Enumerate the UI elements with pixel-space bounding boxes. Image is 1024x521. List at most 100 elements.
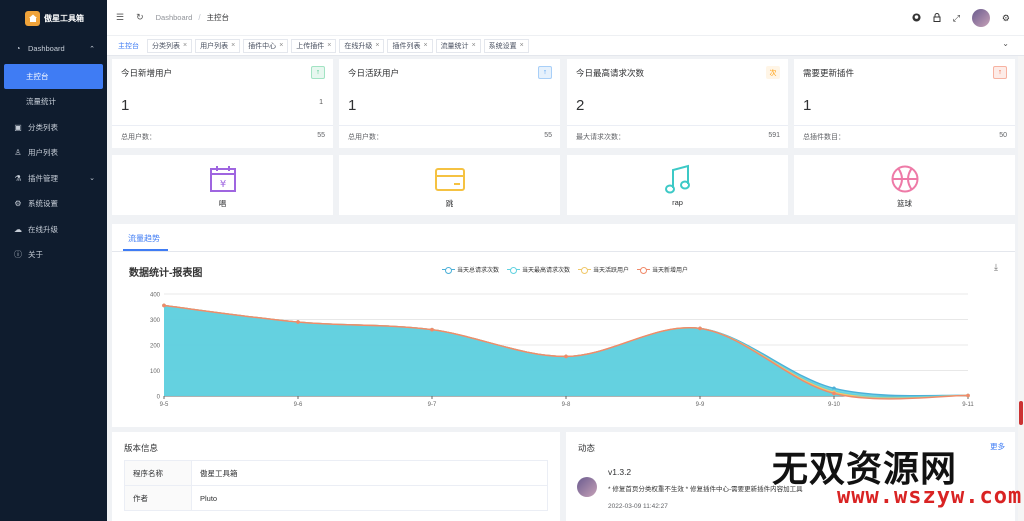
sidebar-item-2[interactable]: 流量统计 — [0, 89, 107, 115]
shortcut-card[interactable]: rap — [567, 155, 788, 215]
x-tick-label: 9-6 — [294, 402, 303, 408]
tab-label: 用户列表 — [200, 42, 229, 50]
stat-card: 需要更新插件 ↑ 1 总插件数目： 50 — [794, 59, 1015, 148]
home-icon — [25, 10, 40, 26]
shortcut-label: rap — [672, 198, 683, 207]
chevron-down-icon[interactable]: ⌄ — [1002, 39, 1009, 48]
shortcut-label: 篮球 — [897, 199, 912, 208]
tab-8[interactable]: 系统设置 × — [483, 38, 529, 53]
sidebar-item-4[interactable]: ♙ 用户列表 — [0, 140, 107, 166]
close-icon[interactable]: × — [472, 42, 476, 49]
breadcrumb-separator: / — [198, 13, 201, 22]
app-logo[interactable]: 傲星工具箱 — [0, 0, 107, 36]
version-value: Pluto — [200, 493, 218, 503]
dashboard-icon: ◔ — [15, 44, 21, 54]
close-icon[interactable]: × — [375, 42, 379, 49]
stat-title: 需要更新插件 — [803, 68, 855, 78]
close-icon[interactable]: × — [327, 42, 331, 49]
close-icon[interactable]: × — [183, 42, 187, 49]
shortcut-label: 唱 — [218, 199, 227, 208]
tab-label: 上传插件 — [296, 42, 325, 50]
version-card: 版本信息 程序名称 傲星工具箱 作者 Pluto — [112, 432, 560, 521]
close-icon[interactable]: × — [520, 42, 524, 49]
tab-3[interactable]: 插件中心 × — [243, 38, 289, 53]
tab-label: 系统设置 — [488, 42, 517, 50]
sidebar-menu: ◔ Dashboard ⌃ 主控台流量统计 ▣ 分类列表 ♙ 用户列表 ⚗ 插件管理 ⌄ ⚙ 系统设置 ☁… — [0, 36, 107, 268]
stat-footer-label: 最大请求次数： — [576, 134, 625, 141]
tab-4[interactable]: 上传插件 × — [291, 38, 337, 53]
scrollbar-thumb[interactable] — [1019, 401, 1023, 425]
stat-footer-value: 591 — [768, 132, 780, 139]
data-point — [162, 303, 166, 308]
sidebar-item-label: 在线升级 — [28, 224, 58, 234]
version-title: 版本信息 — [124, 443, 159, 453]
divider — [339, 125, 560, 126]
x-tick-label: 9-11 — [962, 402, 974, 408]
stat-title: 今日新增用户 — [121, 68, 173, 78]
table-row: 程序名称 傲星工具箱 — [124, 461, 548, 486]
shortcut-card[interactable]: 篮球 — [794, 155, 1015, 215]
y-tick-label: 400 — [150, 293, 161, 299]
version-key: 程序名称 — [125, 461, 192, 485]
tab-1[interactable]: 分类列表 × — [147, 38, 193, 53]
stat-title: 今日活跃用户 — [348, 68, 400, 78]
breadcrumb-dashboard[interactable]: Dashboard — [156, 13, 193, 22]
watermark-url: www.wszyw.com — [837, 484, 1023, 509]
sidebar-item-6[interactable]: ⚙ 系统设置 — [0, 191, 107, 217]
sidebar-item-5[interactable]: ⚗ 插件管理 ⌄ — [0, 166, 107, 192]
tab-bar: 主控台 分类列表 × 用户列表 × 插件中心 × 上传插件 × 在线升级 × 插件列表 × 流量统计 × 系统… — [107, 36, 1024, 56]
chevron-up-icon: ⌃ — [89, 45, 95, 53]
settings-icon[interactable]: ⚙ — [1002, 13, 1010, 24]
sidebar-item-label: 主控台 — [26, 71, 49, 81]
version-value: 傲星工具箱 — [200, 468, 238, 478]
y-tick-label: 200 — [150, 344, 161, 350]
user-avatar[interactable] — [971, 9, 990, 27]
tab-7[interactable]: 流量统计 × — [435, 38, 481, 53]
shortcut-card[interactable]: 跳 — [339, 155, 560, 215]
refresh-icon[interactable]: ↻ — [136, 12, 144, 23]
data-point — [430, 327, 434, 332]
gift-icon: ▣ — [14, 122, 22, 132]
stat-footer-value: 55 — [317, 132, 325, 139]
news-version: v1.3.2 — [608, 467, 632, 477]
app-title: 傲星工具箱 — [44, 13, 84, 23]
sidebar: 傲星工具箱 ◔ Dashboard ⌃ 主控台流量统计 ▣ 分类列表 ♙ 用户列表 ⚗ 插件管理 ⌄… — [0, 0, 107, 521]
sidebar-item-label: 流量统计 — [26, 97, 56, 107]
music-icon — [663, 164, 693, 198]
plugin-icon: ⚗ — [14, 173, 22, 183]
fullscreen-icon[interactable]: ⤢ — [953, 13, 960, 24]
x-tick-label: 9-5 — [160, 402, 169, 408]
stat-footer-label: 总插件数目： — [803, 134, 845, 141]
data-point — [564, 354, 568, 359]
tab-2[interactable]: 用户列表 × — [195, 38, 241, 53]
close-icon[interactable]: × — [279, 42, 283, 49]
data-point — [698, 326, 702, 331]
header-actions: ⤢ ⚙ — [912, 0, 1010, 36]
menu-fold-icon[interactable]: ☰ — [116, 12, 124, 23]
close-icon[interactable]: × — [423, 42, 427, 49]
lock-icon[interactable] — [933, 12, 941, 24]
tab-5[interactable]: 在线升级 × — [339, 38, 385, 53]
stat-footer-label: 总用户数： — [348, 134, 383, 141]
avatar — [577, 477, 597, 497]
y-tick-label: 100 — [150, 369, 161, 375]
tab-6[interactable]: 插件列表 × — [387, 38, 433, 53]
stat-badge: ↑ — [538, 66, 552, 79]
sidebar-item-3[interactable]: ▣ 分类列表 — [0, 115, 107, 141]
shortcut-card[interactable]: ¥ 唱 — [112, 155, 333, 215]
close-icon[interactable]: × — [231, 42, 235, 49]
tab-0[interactable]: 主控台 — [113, 38, 144, 53]
sidebar-item-0[interactable]: ◔ Dashboard ⌃ — [0, 36, 107, 62]
sidebar-item-8[interactable]: ⓘ 关于 — [0, 242, 107, 268]
stat-badge: ↑ — [311, 66, 325, 79]
github-icon[interactable] — [912, 12, 921, 24]
x-tick-label: 9-10 — [828, 402, 841, 408]
stat-value: 1 — [348, 97, 357, 114]
sidebar-item-1[interactable]: 主控台 — [4, 63, 103, 89]
divider — [112, 125, 333, 126]
version-key: 作者 — [125, 486, 192, 510]
sidebar-item-7[interactable]: ☁ 在线升级 — [0, 217, 107, 243]
stat-card: 今日新增用户 ↑ 1 1 总用户数： 55 — [112, 59, 333, 148]
data-point — [296, 320, 300, 324]
stat-small-value: 1 — [319, 99, 323, 106]
